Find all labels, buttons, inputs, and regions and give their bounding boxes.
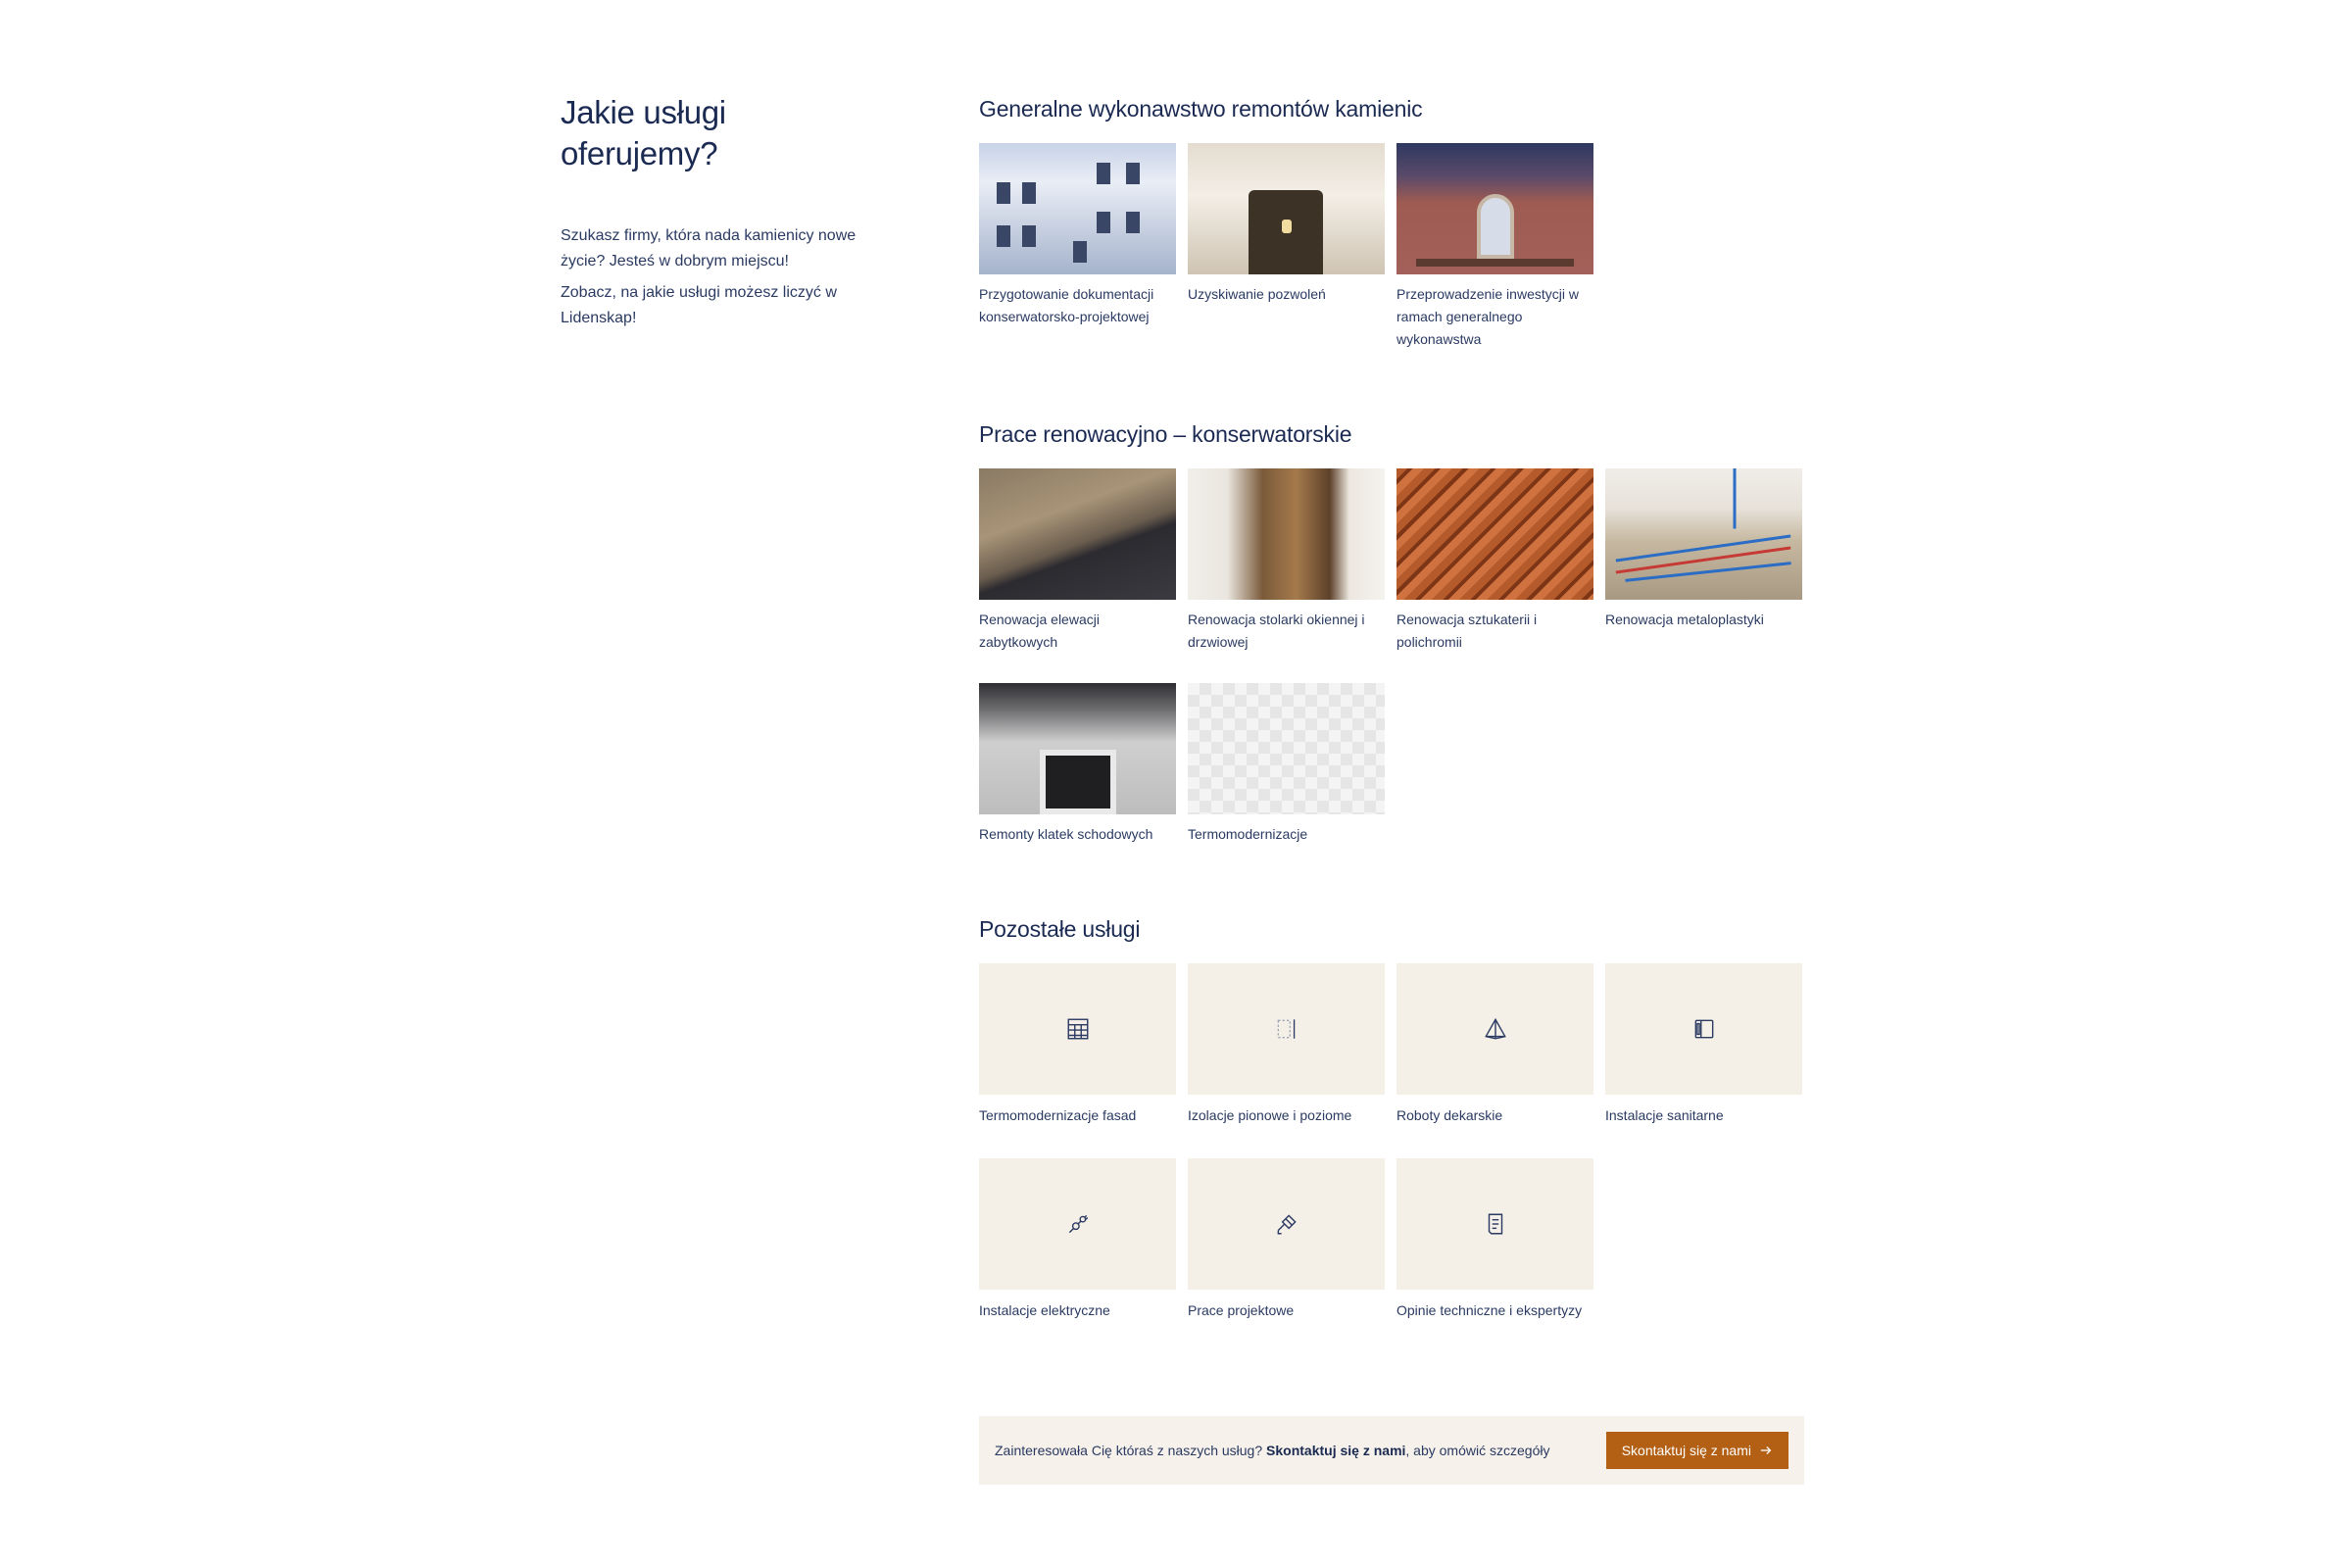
intro-paragraph-1: Szukasz firmy, która nada kamienicy nowe… xyxy=(561,227,857,270)
service-tile[interactable] xyxy=(1188,1158,1385,1290)
wall-photo[interactable] xyxy=(979,468,1176,600)
joinery-photo[interactable] xyxy=(1188,468,1385,600)
service-card-investment[interactable]: Przeprowadzenie inwestycji w ramach gene… xyxy=(1396,143,1593,351)
services-main: Generalne wykonawstwo remontów kamienic … xyxy=(979,94,1822,1320)
other-service-electrical[interactable]: Instalacje elektryczne xyxy=(979,1158,1176,1320)
service-caption[interactable]: Przeprowadzenie inwestycji w ramach gene… xyxy=(1396,283,1593,351)
stairwell-photo[interactable] xyxy=(979,683,1176,814)
service-caption[interactable]: Renowacja elewacji zabytkowych xyxy=(979,609,1176,654)
building-photo[interactable] xyxy=(979,143,1176,274)
service-card-permits[interactable]: Uzyskiwanie pozwoleń xyxy=(1188,143,1385,351)
service-caption[interactable]: Uzyskiwanie pozwoleń xyxy=(1188,283,1385,306)
service-card-facades[interactable]: Renowacja elewacji zabytkowych xyxy=(979,468,1176,654)
roof-pyramid-icon xyxy=(1484,1017,1506,1040)
service-card-metalwork[interactable]: Renowacja metaloplastyki xyxy=(1605,468,1802,654)
service-caption[interactable]: Izolacje pionowe i poziome xyxy=(1188,1105,1385,1125)
cta-text-before: Zainteresowała Cię któraś z naszych usłu… xyxy=(995,1443,1263,1458)
other-service-facade-thermo[interactable]: Termomodernizacje fasad xyxy=(979,963,1176,1125)
contact-banner: Zainteresowała Cię któraś z naszych usłu… xyxy=(979,1416,1804,1485)
intro-paragraph-2: Zobacz, na jakie usługi możesz liczyć w … xyxy=(561,284,837,326)
hallway-photo[interactable] xyxy=(1188,143,1385,274)
image-placeholder[interactable] xyxy=(1188,683,1385,814)
cta-text-after: , aby omówić szczegóły xyxy=(1405,1443,1550,1458)
service-tile[interactable] xyxy=(1396,963,1593,1095)
contact-button[interactable]: Skontaktuj się z nami xyxy=(1605,1432,1788,1469)
service-card-documentation[interactable]: Przygotowanie dokumentacji konserwatorsk… xyxy=(979,143,1176,351)
other-service-sanitary[interactable]: Instalacje sanitarne xyxy=(1605,963,1802,1125)
contact-banner-text: Zainteresowała Cię któraś z naszych usłu… xyxy=(995,1443,1549,1458)
contact-button-label: Skontaktuj się z nami xyxy=(1621,1443,1751,1458)
service-tile[interactable] xyxy=(1188,963,1385,1095)
service-caption[interactable]: Przygotowanie dokumentacji konserwatorsk… xyxy=(979,283,1176,328)
intro-column: Jakie usługi oferujemy? Szukasz firmy, k… xyxy=(561,92,894,331)
renovation-services-grid: Renowacja elewacji zabytkowych Renowacja… xyxy=(979,468,1822,846)
service-caption[interactable]: Instalacje sanitarne xyxy=(1605,1105,1802,1125)
plug-icon xyxy=(1068,1214,1088,1234)
pipes-photo[interactable] xyxy=(1605,468,1802,600)
service-card-joinery[interactable]: Renowacja stolarki okiennej i drzwiowej xyxy=(1188,468,1385,654)
service-caption[interactable]: Remonty klatek schodowych xyxy=(979,823,1176,846)
sanitary-icon xyxy=(1694,1019,1713,1039)
service-caption[interactable]: Instalacje elektryczne xyxy=(979,1300,1176,1320)
brick-facade-photo[interactable] xyxy=(1396,143,1593,274)
other-service-roofing[interactable]: Roboty dekarskie xyxy=(1396,963,1593,1125)
roof-tiles-photo[interactable] xyxy=(1396,468,1593,600)
service-tile[interactable] xyxy=(979,963,1176,1095)
service-card-stairwells[interactable]: Remonty klatek schodowych xyxy=(979,683,1176,846)
service-caption[interactable]: Prace projektowe xyxy=(1188,1300,1385,1320)
service-caption[interactable]: Termomodernizacje xyxy=(1188,823,1385,846)
other-service-insulation[interactable]: Izolacje pionowe i poziome xyxy=(1188,963,1385,1125)
insulation-icon xyxy=(1277,1019,1295,1039)
arrow-right-icon xyxy=(1760,1446,1772,1454)
facade-grid-icon xyxy=(1067,1018,1088,1040)
service-caption[interactable]: Renowacja sztukaterii i polichromii xyxy=(1396,609,1593,654)
service-card-stucco[interactable]: Renowacja sztukaterii i polichromii xyxy=(1396,468,1593,654)
service-tile[interactable] xyxy=(979,1158,1176,1290)
service-caption[interactable]: Roboty dekarskie xyxy=(1396,1105,1593,1125)
general-services-grid: Przygotowanie dokumentacji konserwatorsk… xyxy=(979,143,1822,351)
service-caption[interactable]: Opinie techniczne i ekspertyzy xyxy=(1396,1300,1593,1320)
drafting-icon xyxy=(1277,1214,1297,1235)
intro-text: Szukasz firmy, która nada kamienicy nowe… xyxy=(561,223,894,331)
section-title-renovation: Prace renowacyjno – konserwatorskie xyxy=(979,421,1352,447)
service-card-thermo[interactable]: Termomodernizacje xyxy=(1188,683,1385,846)
section-title-general: Generalne wykonawstwo remontów kamienic xyxy=(979,96,1423,122)
document-icon xyxy=(1488,1213,1502,1235)
other-service-expertise[interactable]: Opinie techniczne i ekspertyzy xyxy=(1396,1158,1593,1320)
section-title-other: Pozostałe usługi xyxy=(979,916,1141,942)
other-service-design[interactable]: Prace projektowe xyxy=(1188,1158,1385,1320)
service-caption[interactable]: Renowacja stolarki okiennej i drzwiowej xyxy=(1188,609,1385,654)
other-services-grid: Termomodernizacje fasad Izolacje pionowe… xyxy=(979,963,1822,1320)
service-caption[interactable]: Termomodernizacje fasad xyxy=(979,1105,1176,1125)
service-tile[interactable] xyxy=(1396,1158,1593,1290)
page-heading: Jakie usługi oferujemy? xyxy=(561,94,726,172)
service-tile[interactable] xyxy=(1605,963,1802,1095)
cta-link-contact[interactable]: Skontaktuj się z nami xyxy=(1266,1443,1405,1458)
service-caption[interactable]: Renowacja metaloplastyki xyxy=(1605,609,1802,631)
